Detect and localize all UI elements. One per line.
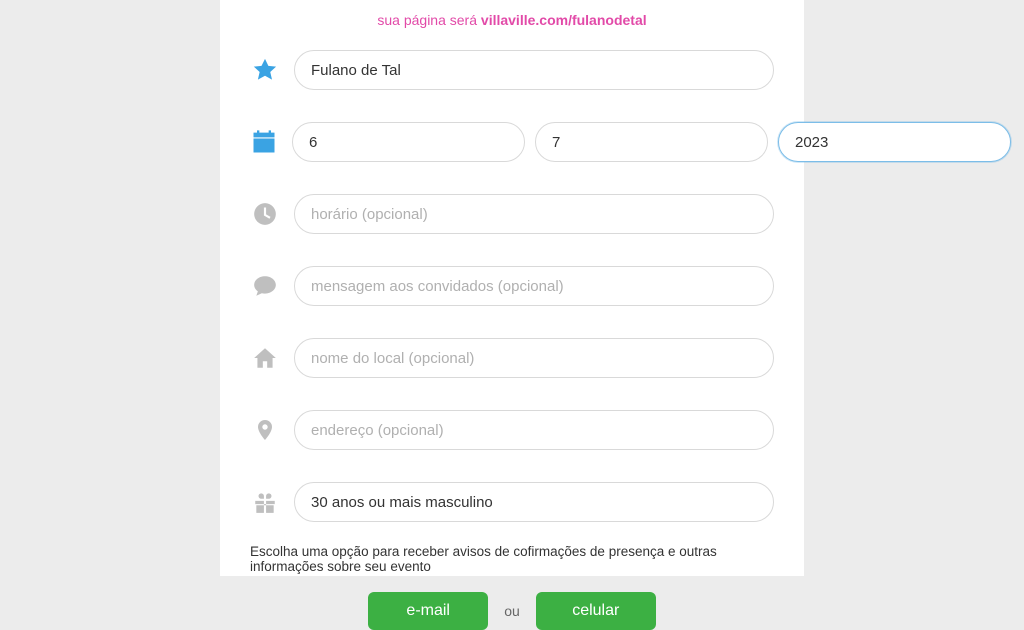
- star-icon: [250, 56, 280, 84]
- notify-button-row: e-mail ou celular: [250, 592, 774, 630]
- message-input[interactable]: [294, 266, 774, 306]
- map-pin-icon: [250, 416, 280, 444]
- row-address: [250, 410, 774, 450]
- page-url-hint: sua página será villaville.com/fulanodet…: [250, 12, 774, 28]
- venue-input[interactable]: [294, 338, 774, 378]
- row-time: [250, 194, 774, 234]
- date-day-input[interactable]: [292, 122, 525, 162]
- form-sheet: sua página será villaville.com/fulanodet…: [220, 0, 804, 576]
- email-button[interactable]: e-mail: [368, 592, 488, 630]
- or-label: ou: [504, 603, 520, 619]
- date-year-input[interactable]: [778, 122, 1011, 162]
- date-month-input[interactable]: [535, 122, 768, 162]
- row-date: [250, 122, 774, 162]
- url-hint-prefix: sua página será: [377, 12, 481, 28]
- row-message: [250, 266, 774, 306]
- home-icon: [250, 345, 280, 371]
- url-hint-slug: villaville.com/fulanodetal: [481, 12, 647, 28]
- calendar-icon: [250, 128, 278, 156]
- name-input[interactable]: [294, 50, 774, 90]
- gift-icon: [250, 489, 280, 515]
- row-venue: [250, 338, 774, 378]
- notify-instruction: Escolha uma opção para receber avisos de…: [250, 544, 774, 574]
- row-name: [250, 50, 774, 90]
- address-input[interactable]: [294, 410, 774, 450]
- row-gift: [250, 482, 774, 522]
- phone-button[interactable]: celular: [536, 592, 656, 630]
- gift-category-input[interactable]: [294, 482, 774, 522]
- clock-icon: [250, 201, 280, 227]
- time-input[interactable]: [294, 194, 774, 234]
- comment-icon: [250, 273, 280, 299]
